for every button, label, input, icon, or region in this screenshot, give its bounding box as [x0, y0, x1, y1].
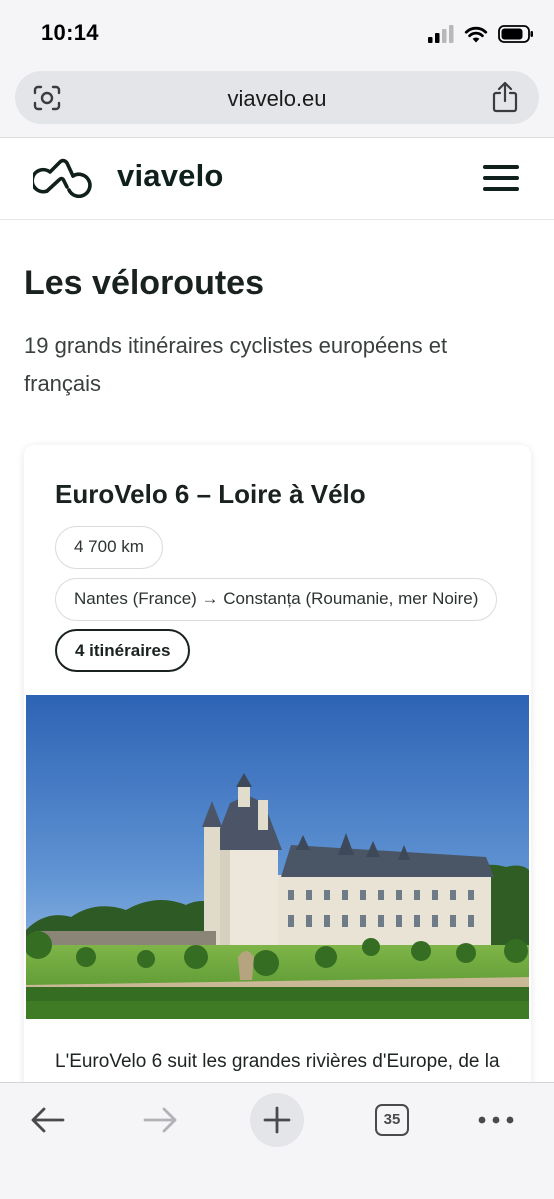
route-description: L'EuroVelo 6 suit les grandes rivières d… [55, 1051, 500, 1072]
status-icons [428, 22, 534, 46]
tabs-icon: 35 [375, 1104, 409, 1136]
bike-logo-icon [33, 158, 92, 198]
forward-button[interactable] [134, 1093, 188, 1147]
share-icon[interactable] [491, 81, 519, 113]
url-text[interactable]: viavelo.eu [15, 86, 539, 112]
site-logo[interactable]: viavelo [33, 154, 224, 198]
hamburger-menu-icon[interactable] [483, 165, 521, 193]
wifi-icon [464, 26, 488, 43]
battery-icon [498, 25, 533, 43]
back-button[interactable] [20, 1093, 74, 1147]
status-time: 10:14 [41, 20, 99, 45]
signal-icon [428, 25, 454, 43]
itineraries-button[interactable]: 4 itinéraires [55, 629, 191, 672]
route-photo [26, 695, 529, 1019]
page-subtitle: 19 grands itinéraires cyclistes européen… [24, 333, 448, 396]
more-button[interactable] [469, 1093, 523, 1147]
tabs-button[interactable]: 35 [365, 1093, 419, 1147]
logo-text: viavelo [117, 158, 224, 193]
route-card[interactable]: EuroVelo 6 – Loire à Vélo 4 700 km Nante… [24, 445, 531, 1095]
forward-icon [143, 1107, 177, 1133]
status-bar: 10:14 [0, 0, 554, 66]
new-tab-icon [263, 1106, 291, 1134]
back-icon [31, 1107, 65, 1133]
address-bar[interactable]: viavelo.eu [15, 71, 539, 124]
site-header: viavelo [0, 138, 554, 220]
more-icon [478, 1116, 514, 1124]
route-title[interactable]: EuroVelo 6 – Loire à Vélo [55, 479, 366, 510]
browser-url-area: viavelo.eu [0, 66, 554, 138]
route-chip: Nantes (France) → Constanța (Roumanie, m… [55, 578, 498, 621]
distance-chip: 4 700 km [55, 526, 163, 569]
browser-toolbar: 35 [0, 1082, 554, 1199]
page-title: Les véloroutes [24, 264, 264, 302]
new-tab-button[interactable] [250, 1093, 304, 1147]
